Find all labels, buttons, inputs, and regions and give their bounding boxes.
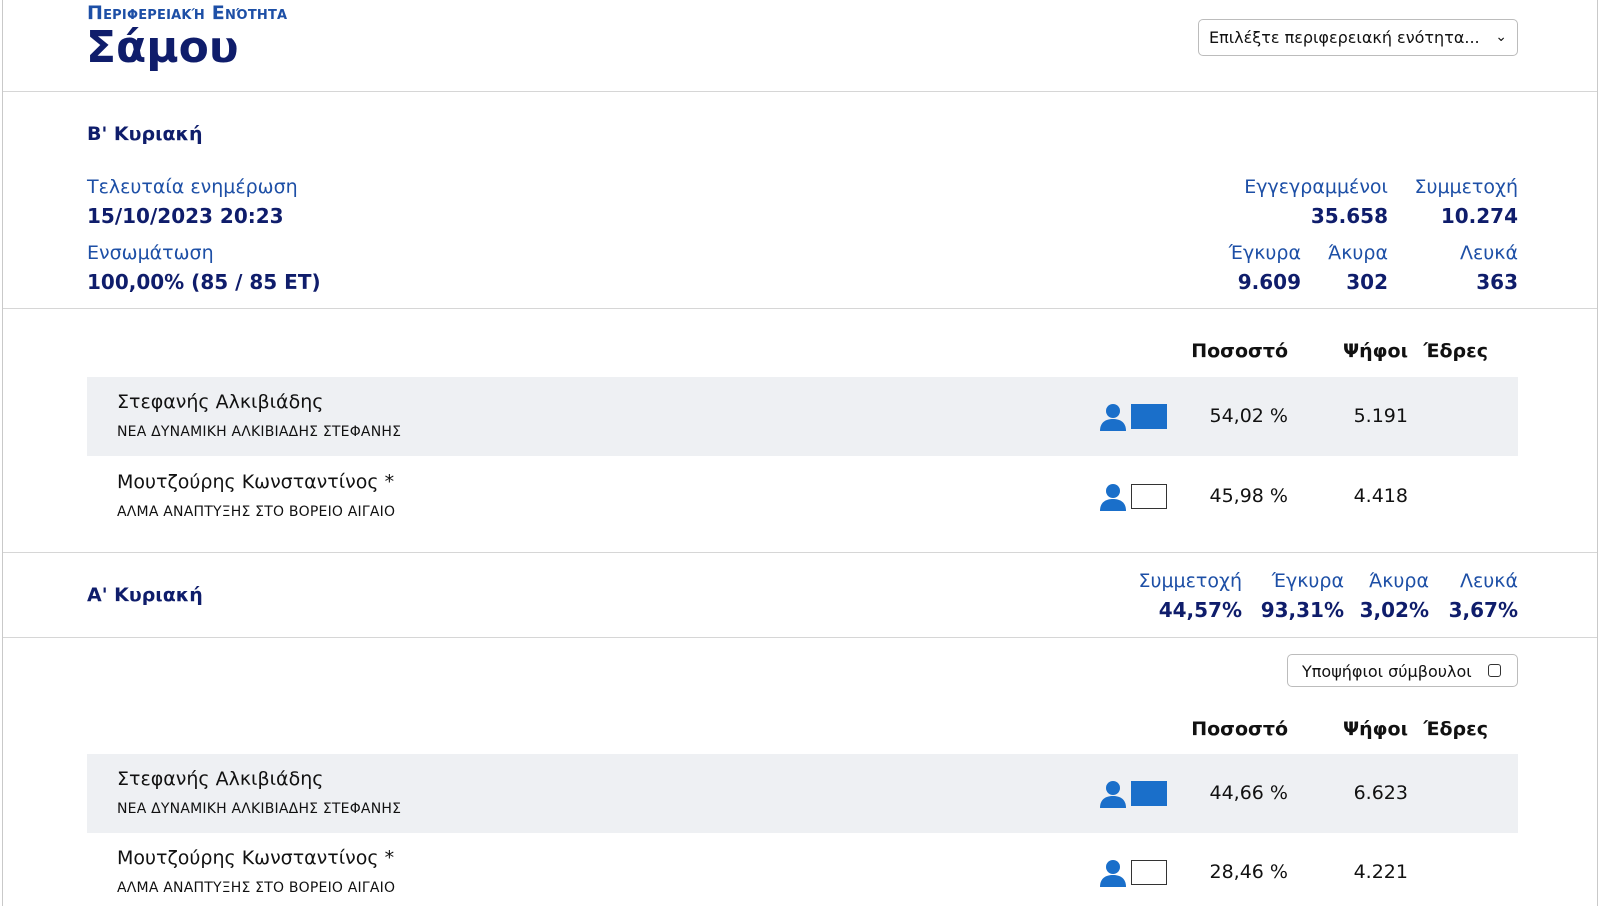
candidate-percent: 45,98 % (1209, 485, 1289, 507)
candidate-party: ΑΛΜΑ ΑΝΑΠΤΥΞΗΣ ΣΤΟ ΒΟΡΕΙΟ ΑΙΓΑΙΟ (117, 880, 396, 896)
round-a-title: Α' Κυριακή (87, 584, 203, 606)
valid-value: 93,31% (1260, 598, 1344, 622)
table-row: Μουτζούρης Κωνσταντίνος * ΑΛΜΑ ΑΝΑΠΤΥΞΗΣ… (87, 833, 1518, 906)
integration-label: Ενσωμάτωση (87, 242, 214, 264)
candidate-percent: 28,46 % (1209, 861, 1289, 883)
candidate-party: ΝΕΑ ΔΥΝΑΜΙΚΗ ΑΛΚΙΒΙΑΔΗΣ ΣΤΕΦΑΝΗΣ (117, 424, 402, 440)
table-row: Μουτζούρης Κωνσταντίνος * ΑΛΜΑ ΑΝΑΠΤΥΞΗΣ… (87, 457, 1518, 536)
person-icon (1100, 404, 1126, 431)
divider (3, 91, 1597, 92)
councillors-toggle-label: Υποψήφιοι σύμβουλοι (1302, 662, 1472, 681)
page-title: Σάμου (86, 22, 239, 73)
person-icon (1100, 860, 1126, 887)
candidate-name: Στεφανής Αλκιβιάδης (117, 768, 324, 790)
invalid-label: Άκυρα (1369, 570, 1429, 592)
region-select[interactable]: Επιλέξτε περιφερειακή ενότητα... ⌄ (1198, 19, 1518, 56)
table-row: Στεφανής Αλκιβιάδης ΝΕΑ ΔΥΝΑΜΙΚΗ ΑΛΚΙΒΙΑ… (87, 377, 1518, 456)
blank-label: Λευκά (1460, 570, 1518, 592)
divider (3, 637, 1597, 638)
candidate-name: Μουτζούρης Κωνσταντίνος * (117, 847, 395, 869)
turnout-label: Συμμετοχή (1414, 176, 1518, 198)
valid-label: Έγκυρα (1271, 570, 1344, 592)
column-header-seats: Έδρες (1423, 340, 1488, 362)
column-header-votes: Ψήφοι (1343, 718, 1408, 740)
person-icon (1100, 484, 1126, 511)
party-color-swatch (1131, 484, 1167, 509)
valid-value: 9.609 (1237, 270, 1301, 294)
valid-label: Έγκυρα (1228, 242, 1301, 264)
turnout-value: 44,57% (1158, 598, 1242, 622)
chevron-down-icon: ⌄ (1495, 29, 1507, 45)
candidate-votes: 4.418 (1353, 485, 1408, 507)
table-row: Στεφανής Αλκιβιάδης ΝΕΑ ΔΥΝΑΜΙΚΗ ΑΛΚΙΒΙΑ… (87, 754, 1518, 833)
integration-value: 100,00% (85 / 85 ΕΤ) (87, 270, 321, 294)
party-color-swatch (1131, 860, 1167, 885)
last-update-label: Τελευταία ενημέρωση (87, 176, 298, 198)
candidate-votes: 4.221 (1353, 861, 1408, 883)
frame-right-border (1597, 0, 1598, 906)
blank-value: 363 (1476, 270, 1518, 294)
candidate-votes: 6.623 (1353, 782, 1408, 804)
councillors-toggle[interactable]: Υποψήφιοι σύμβουλοι (1287, 654, 1518, 687)
invalid-value: 3,02% (1359, 598, 1429, 622)
blank-label: Λευκά (1460, 242, 1518, 264)
last-update-value: 15/10/2023 20:23 (87, 204, 284, 228)
column-header-votes: Ψήφοι (1343, 340, 1408, 362)
frame-left-border (2, 0, 3, 906)
candidate-party: ΝΕΑ ΔΥΝΑΜΙΚΗ ΑΛΚΙΒΙΑΔΗΣ ΣΤΕΦΑΝΗΣ (117, 801, 402, 817)
registered-label: Εγγεγραμμένοι (1244, 176, 1388, 198)
person-icon (1100, 781, 1126, 808)
divider (3, 308, 1597, 309)
column-header-seats: Έδρες (1423, 718, 1488, 740)
candidate-percent: 54,02 % (1209, 405, 1289, 427)
candidate-name: Μουτζούρης Κωνσταντίνος * (117, 471, 395, 493)
candidate-name: Στεφανής Αλκιβιάδης (117, 391, 324, 413)
column-header-percent: Ποσοστό (1191, 718, 1288, 740)
invalid-label: Άκυρα (1328, 242, 1388, 264)
round-b-title: Β' Κυριακή (87, 123, 203, 145)
party-color-swatch (1131, 781, 1167, 806)
blank-value: 3,67% (1448, 598, 1518, 622)
divider (3, 552, 1597, 553)
candidate-party: ΑΛΜΑ ΑΝΑΠΤΥΞΗΣ ΣΤΟ ΒΟΡΕΙΟ ΑΙΓΑΙΟ (117, 504, 396, 520)
column-header-percent: Ποσοστό (1191, 340, 1288, 362)
region-select-value: Επιλέξτε περιφερειακή ενότητα... (1209, 28, 1480, 47)
registered-value: 35.658 (1310, 204, 1388, 228)
party-color-swatch (1131, 404, 1167, 429)
turnout-label: Συμμετοχή (1138, 570, 1242, 592)
invalid-value: 302 (1346, 270, 1388, 294)
candidate-percent: 44,66 % (1209, 782, 1289, 804)
candidate-votes: 5.191 (1353, 405, 1408, 427)
councillors-checkbox[interactable] (1488, 664, 1501, 677)
turnout-value: 10.274 (1440, 204, 1518, 228)
region-kicker: Περιφερειακή Ενότητα (87, 2, 288, 24)
